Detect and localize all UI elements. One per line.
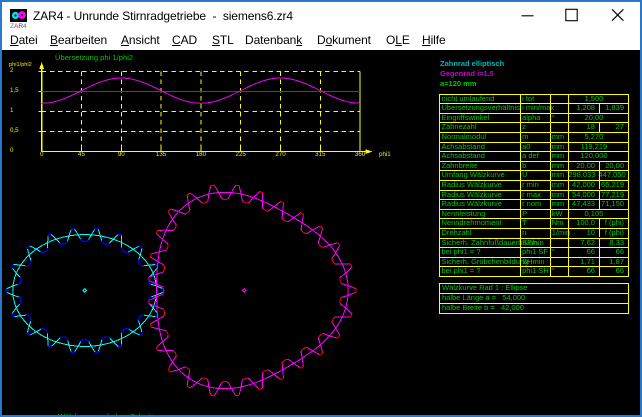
svg-text:ZAR4: ZAR4 <box>10 23 27 30</box>
